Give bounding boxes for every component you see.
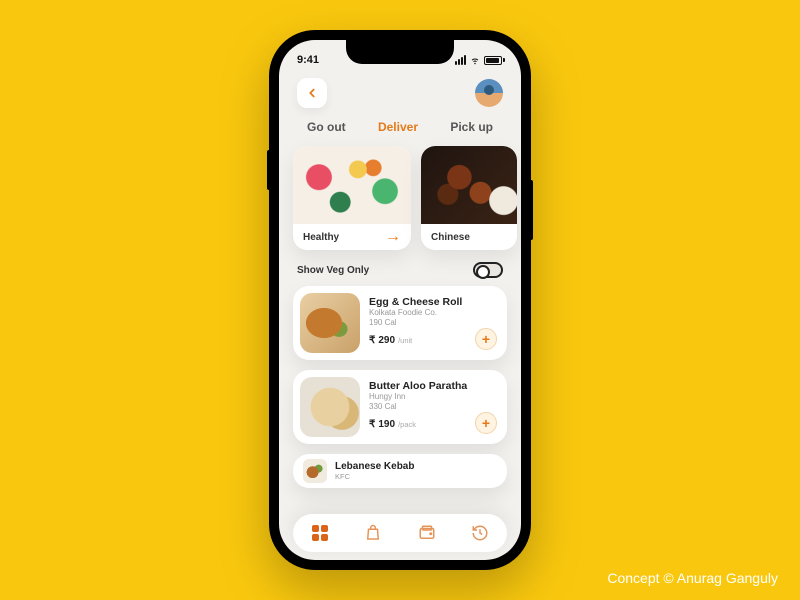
- food-thumb: [300, 377, 360, 437]
- back-button[interactable]: [297, 78, 327, 108]
- category-card-chinese[interactable]: Chinese: [421, 146, 517, 250]
- food-name: Lebanese Kebab: [335, 461, 414, 472]
- food-card[interactable]: Lebanese Kebab KFC: [293, 454, 507, 488]
- veg-only-toggle[interactable]: [473, 262, 503, 278]
- history-icon: [471, 524, 489, 542]
- food-name: Butter Aloo Paratha: [369, 380, 467, 392]
- food-calories: 190 Cal: [369, 318, 462, 328]
- arrow-right-icon: →: [385, 228, 401, 246]
- phone-frame: 9:41 Go out Deliver Pick up Healthy: [269, 30, 531, 570]
- avatar[interactable]: [475, 79, 503, 107]
- nav-home[interactable]: [310, 523, 330, 543]
- battery-icon: [484, 56, 505, 65]
- wifi-icon: [469, 56, 481, 65]
- signal-icon: [455, 55, 466, 65]
- food-price: 290: [378, 335, 395, 346]
- tab-go-out[interactable]: Go out: [307, 120, 346, 134]
- category-row: Healthy → Chinese: [279, 146, 521, 250]
- food-card[interactable]: Egg & Cheese Roll Kolkata Foodie Co. 190…: [293, 286, 507, 360]
- category-label: Healthy: [303, 232, 339, 243]
- add-button[interactable]: +: [475, 412, 497, 434]
- nav-wallet[interactable]: [417, 523, 437, 543]
- food-unit: /pack: [398, 420, 416, 429]
- food-calories: 330 Cal: [369, 402, 467, 412]
- bag-icon: [364, 524, 382, 542]
- status-time: 9:41: [297, 54, 319, 66]
- tab-pick-up[interactable]: Pick up: [450, 120, 493, 134]
- wallet-icon: [418, 524, 436, 542]
- food-vendor: Kolkata Foodie Co.: [369, 308, 462, 318]
- add-button[interactable]: +: [475, 328, 497, 350]
- food-vendor: KFC: [335, 472, 414, 482]
- category-image: [421, 146, 517, 224]
- category-image: [293, 146, 411, 224]
- veg-only-label: Show Veg Only: [297, 265, 369, 276]
- phone-screen: 9:41 Go out Deliver Pick up Healthy: [279, 40, 521, 560]
- food-price: 190: [378, 419, 395, 430]
- plus-icon: +: [482, 416, 490, 430]
- credit-text: Concept © Anurag Ganguly: [607, 570, 778, 586]
- food-thumb: [300, 293, 360, 353]
- food-currency: ₹: [369, 419, 375, 430]
- food-vendor: Hungy Inn: [369, 392, 467, 402]
- phone-notch: [346, 40, 454, 64]
- grid-icon: [312, 525, 328, 541]
- tab-deliver[interactable]: Deliver: [378, 120, 418, 134]
- category-label: Chinese: [431, 232, 470, 243]
- bottom-nav: [293, 514, 507, 552]
- category-card-healthy[interactable]: Healthy →: [293, 146, 411, 250]
- food-thumb: [303, 459, 327, 483]
- food-list: Egg & Cheese Roll Kolkata Foodie Co. 190…: [279, 286, 521, 488]
- food-card[interactable]: Butter Aloo Paratha Hungy Inn 330 Cal ₹ …: [293, 370, 507, 444]
- plus-icon: +: [482, 332, 490, 346]
- mode-tabs: Go out Deliver Pick up: [279, 118, 521, 146]
- food-name: Egg & Cheese Roll: [369, 296, 462, 308]
- nav-history[interactable]: [470, 523, 490, 543]
- nav-bag[interactable]: [363, 523, 383, 543]
- status-icons: [455, 55, 505, 65]
- food-currency: ₹: [369, 335, 375, 346]
- arrow-left-icon: [305, 86, 319, 100]
- food-unit: /unit: [398, 336, 412, 345]
